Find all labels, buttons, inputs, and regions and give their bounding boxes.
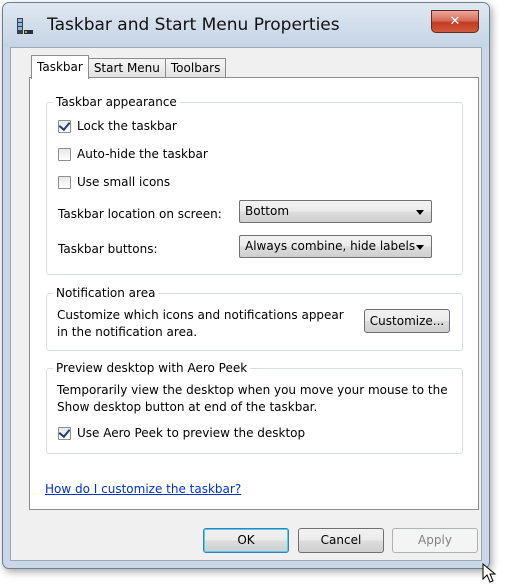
auto-hide-label: Auto-hide the taskbar xyxy=(77,147,208,161)
notification-area-description: Customize which icons and notifications … xyxy=(57,308,344,339)
taskbar-appearance-heading: Taskbar appearance xyxy=(53,95,180,109)
close-icon: ✕ xyxy=(449,14,461,29)
auto-hide-option[interactable]: Auto-hide the taskbar xyxy=(58,147,208,161)
aero-peek-heading: Preview desktop with Aero Peek xyxy=(53,361,251,375)
cancel-button[interactable]: Cancel xyxy=(298,528,384,553)
taskbar-buttons-label: Taskbar buttons: xyxy=(58,242,158,256)
tab-taskbar[interactable]: Taskbar xyxy=(31,55,89,79)
use-aero-peek-option[interactable]: Use Aero Peek to preview the desktop xyxy=(58,426,305,440)
window-title: Taskbar and Start Menu Properties xyxy=(47,15,340,35)
help-link[interactable]: How do I customize the taskbar? xyxy=(45,482,241,496)
taskbar-app-icon xyxy=(17,18,33,34)
dialog-client-area: Taskbar Start Menu Toolbars Taskbar appe… xyxy=(10,47,482,561)
notification-area-group: Notification area Customize which icons … xyxy=(46,286,463,351)
properties-window: Taskbar and Start Menu Properties ✕ Task… xyxy=(2,2,490,569)
use-aero-peek-checkbox[interactable] xyxy=(58,426,71,440)
auto-hide-checkbox[interactable] xyxy=(58,147,71,161)
lock-taskbar-option[interactable]: Lock the taskbar xyxy=(58,119,177,133)
taskbar-tab-panel: Taskbar appearance Lock the taskbar Auto… xyxy=(29,77,479,510)
tab-start-menu[interactable]: Start Menu xyxy=(87,58,166,78)
taskbar-buttons-dropdown[interactable]: Always combine, hide labels xyxy=(239,235,432,258)
taskbar-location-value: Bottom xyxy=(245,204,290,218)
aero-peek-group: Preview desktop with Aero Peek Temporari… xyxy=(46,361,463,454)
apply-button: Apply xyxy=(392,528,478,553)
lock-taskbar-checkbox[interactable] xyxy=(58,119,71,133)
title-bar[interactable]: Taskbar and Start Menu Properties ✕ xyxy=(3,3,489,47)
close-button[interactable]: ✕ xyxy=(431,10,479,33)
taskbar-buttons-value: Always combine, hide labels xyxy=(245,239,416,253)
customize-button[interactable]: Customize... xyxy=(364,309,450,333)
taskbar-location-label: Taskbar location on screen: xyxy=(58,207,222,221)
small-icons-label: Use small icons xyxy=(77,175,171,189)
aero-peek-description: Temporarily view the desktop when you mo… xyxy=(57,383,448,414)
chevron-down-icon xyxy=(416,245,424,250)
ok-button[interactable]: OK xyxy=(203,528,289,553)
resize-cursor-icon xyxy=(482,563,497,583)
tab-toolbars[interactable]: Toolbars xyxy=(164,58,227,78)
lock-taskbar-label: Lock the taskbar xyxy=(77,119,177,133)
tab-strip: Taskbar Start Menu Toolbars xyxy=(31,55,227,79)
chevron-down-icon xyxy=(416,210,424,215)
small-icons-option[interactable]: Use small icons xyxy=(58,175,170,189)
taskbar-location-dropdown[interactable]: Bottom xyxy=(239,200,432,223)
notification-area-heading: Notification area xyxy=(53,286,159,300)
use-aero-peek-label: Use Aero Peek to preview the desktop xyxy=(77,426,306,440)
small-icons-checkbox[interactable] xyxy=(58,175,71,189)
taskbar-appearance-group: Taskbar appearance Lock the taskbar Auto… xyxy=(46,95,463,275)
